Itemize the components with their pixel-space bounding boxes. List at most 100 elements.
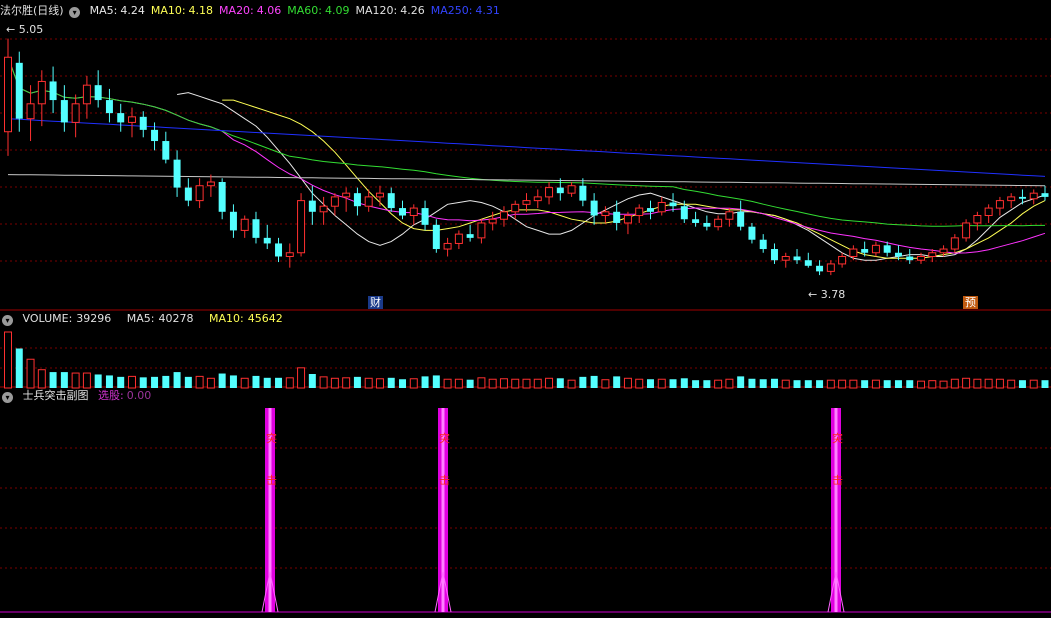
candle-body <box>353 193 361 207</box>
volume-ma5-value: 40278 <box>158 312 194 325</box>
volume-bar <box>173 372 181 388</box>
candle-body <box>409 207 418 217</box>
volume-ma10-value: 45642 <box>247 312 283 325</box>
volume-bar <box>962 377 971 389</box>
candle-body <box>861 249 869 253</box>
volume-bar <box>151 376 159 388</box>
ma-legend-value: 4.09 <box>324 4 350 17</box>
chevron-down-icon[interactable]: ▾ <box>69 7 81 18</box>
volume-bar <box>240 377 249 389</box>
volume-bar <box>759 379 767 388</box>
candle-body <box>590 200 598 216</box>
volume-bar <box>613 376 621 388</box>
candle-body <box>646 208 654 212</box>
volume-bar <box>308 374 316 388</box>
candle-body <box>725 211 734 220</box>
candle-body <box>928 252 937 257</box>
ma-legend-label: MA20: <box>219 4 254 17</box>
financial-report-badge[interactable]: 财 <box>368 296 383 309</box>
volume-ma5: MA5: 40278 <box>127 312 200 325</box>
candle-body <box>229 211 237 231</box>
candle-body <box>995 200 1004 209</box>
forecast-badge[interactable]: 预 <box>963 296 978 309</box>
candle-body <box>1007 196 1016 202</box>
volume-panel-header: ▾ VOLUME: 39296 MA5: 40278 MA10: 45642 <box>0 311 295 327</box>
volume-bar <box>353 376 361 388</box>
volume-bar <box>229 375 237 388</box>
candle-body <box>613 211 621 223</box>
candle-body <box>49 81 57 101</box>
candle-body <box>454 233 463 244</box>
candle-body <box>950 237 959 250</box>
main-panel-header: 法尔胜(日线) ▾ MA5: 4.24 MA10: 4.18 MA20: 4.06 MA60… <box>0 3 512 19</box>
volume-settings-chevron-icon[interactable]: ▾ <box>2 315 13 326</box>
ma-legend-label: MA10: <box>150 4 186 17</box>
ma5-line <box>177 92 1046 261</box>
candle-body <box>399 208 407 216</box>
volume-bar <box>488 378 497 389</box>
high-price-marker: ← 5.05 <box>6 23 44 36</box>
volume-bar <box>275 377 283 388</box>
candle-body <box>1041 193 1049 197</box>
volume-bar <box>162 375 170 388</box>
volume-bar <box>399 379 407 388</box>
volume-bar <box>804 380 812 388</box>
candle-body <box>263 237 271 244</box>
candle-body <box>657 201 666 213</box>
candle-body <box>984 207 993 217</box>
candle-body <box>939 248 948 254</box>
candle-body <box>567 185 576 194</box>
candle-body <box>319 205 328 213</box>
candle-body <box>522 200 531 205</box>
volume-bar <box>601 379 610 389</box>
candle-body <box>545 187 554 198</box>
signal-settings-chevron-icon[interactable]: ▾ <box>2 392 13 403</box>
volume-bar <box>15 348 23 388</box>
candle-body <box>26 103 35 120</box>
volume-bar <box>387 377 395 388</box>
signal-char-2: 击 <box>439 474 450 487</box>
candle-body <box>60 100 68 123</box>
candle-body <box>432 224 440 250</box>
candle-body <box>533 196 542 202</box>
volume-bar <box>883 380 891 388</box>
signal-char-2: 击 <box>832 474 843 487</box>
candle-body <box>218 182 226 212</box>
candle-body <box>240 218 249 231</box>
volume-bar <box>669 379 677 388</box>
volume-bar <box>657 378 666 389</box>
volume-bar <box>511 378 520 389</box>
volume-ma5-label: MA5: <box>126 312 155 325</box>
candle-body <box>601 211 610 217</box>
volume-bar <box>421 376 429 388</box>
ma-legend-item: MA60: 4.09 <box>287 4 349 17</box>
candle-body <box>816 265 824 272</box>
volume-bar <box>623 377 632 389</box>
candle-body <box>139 116 147 130</box>
volume-bar <box>826 379 835 389</box>
volume-bar <box>319 376 328 389</box>
volume-bar <box>443 378 452 389</box>
candle-body <box>195 185 204 202</box>
candle-body <box>917 255 926 261</box>
ma-legend-item: MA20: 4.06 <box>219 4 281 17</box>
volume-bar <box>1007 379 1016 389</box>
candle-body <box>635 207 644 217</box>
volume-bar <box>432 375 440 388</box>
candle-body <box>623 215 632 224</box>
volume-bar <box>342 377 351 389</box>
candle-body <box>883 245 891 253</box>
ma-legend-item: MA10: 4.18 <box>151 4 213 17</box>
ma120-line <box>7 174 1046 187</box>
volume-bar <box>556 378 564 388</box>
volume-bar <box>139 377 147 388</box>
ma-legend-value: 4.06 <box>256 4 282 17</box>
candle-body <box>759 239 767 250</box>
candle-body <box>781 255 790 261</box>
candle-body <box>4 56 12 133</box>
volume-bar <box>692 380 700 388</box>
candle-body <box>94 85 102 101</box>
volume-bar <box>364 377 373 389</box>
candle-body <box>184 187 192 201</box>
volume-title: VOLUME: <box>22 312 73 325</box>
